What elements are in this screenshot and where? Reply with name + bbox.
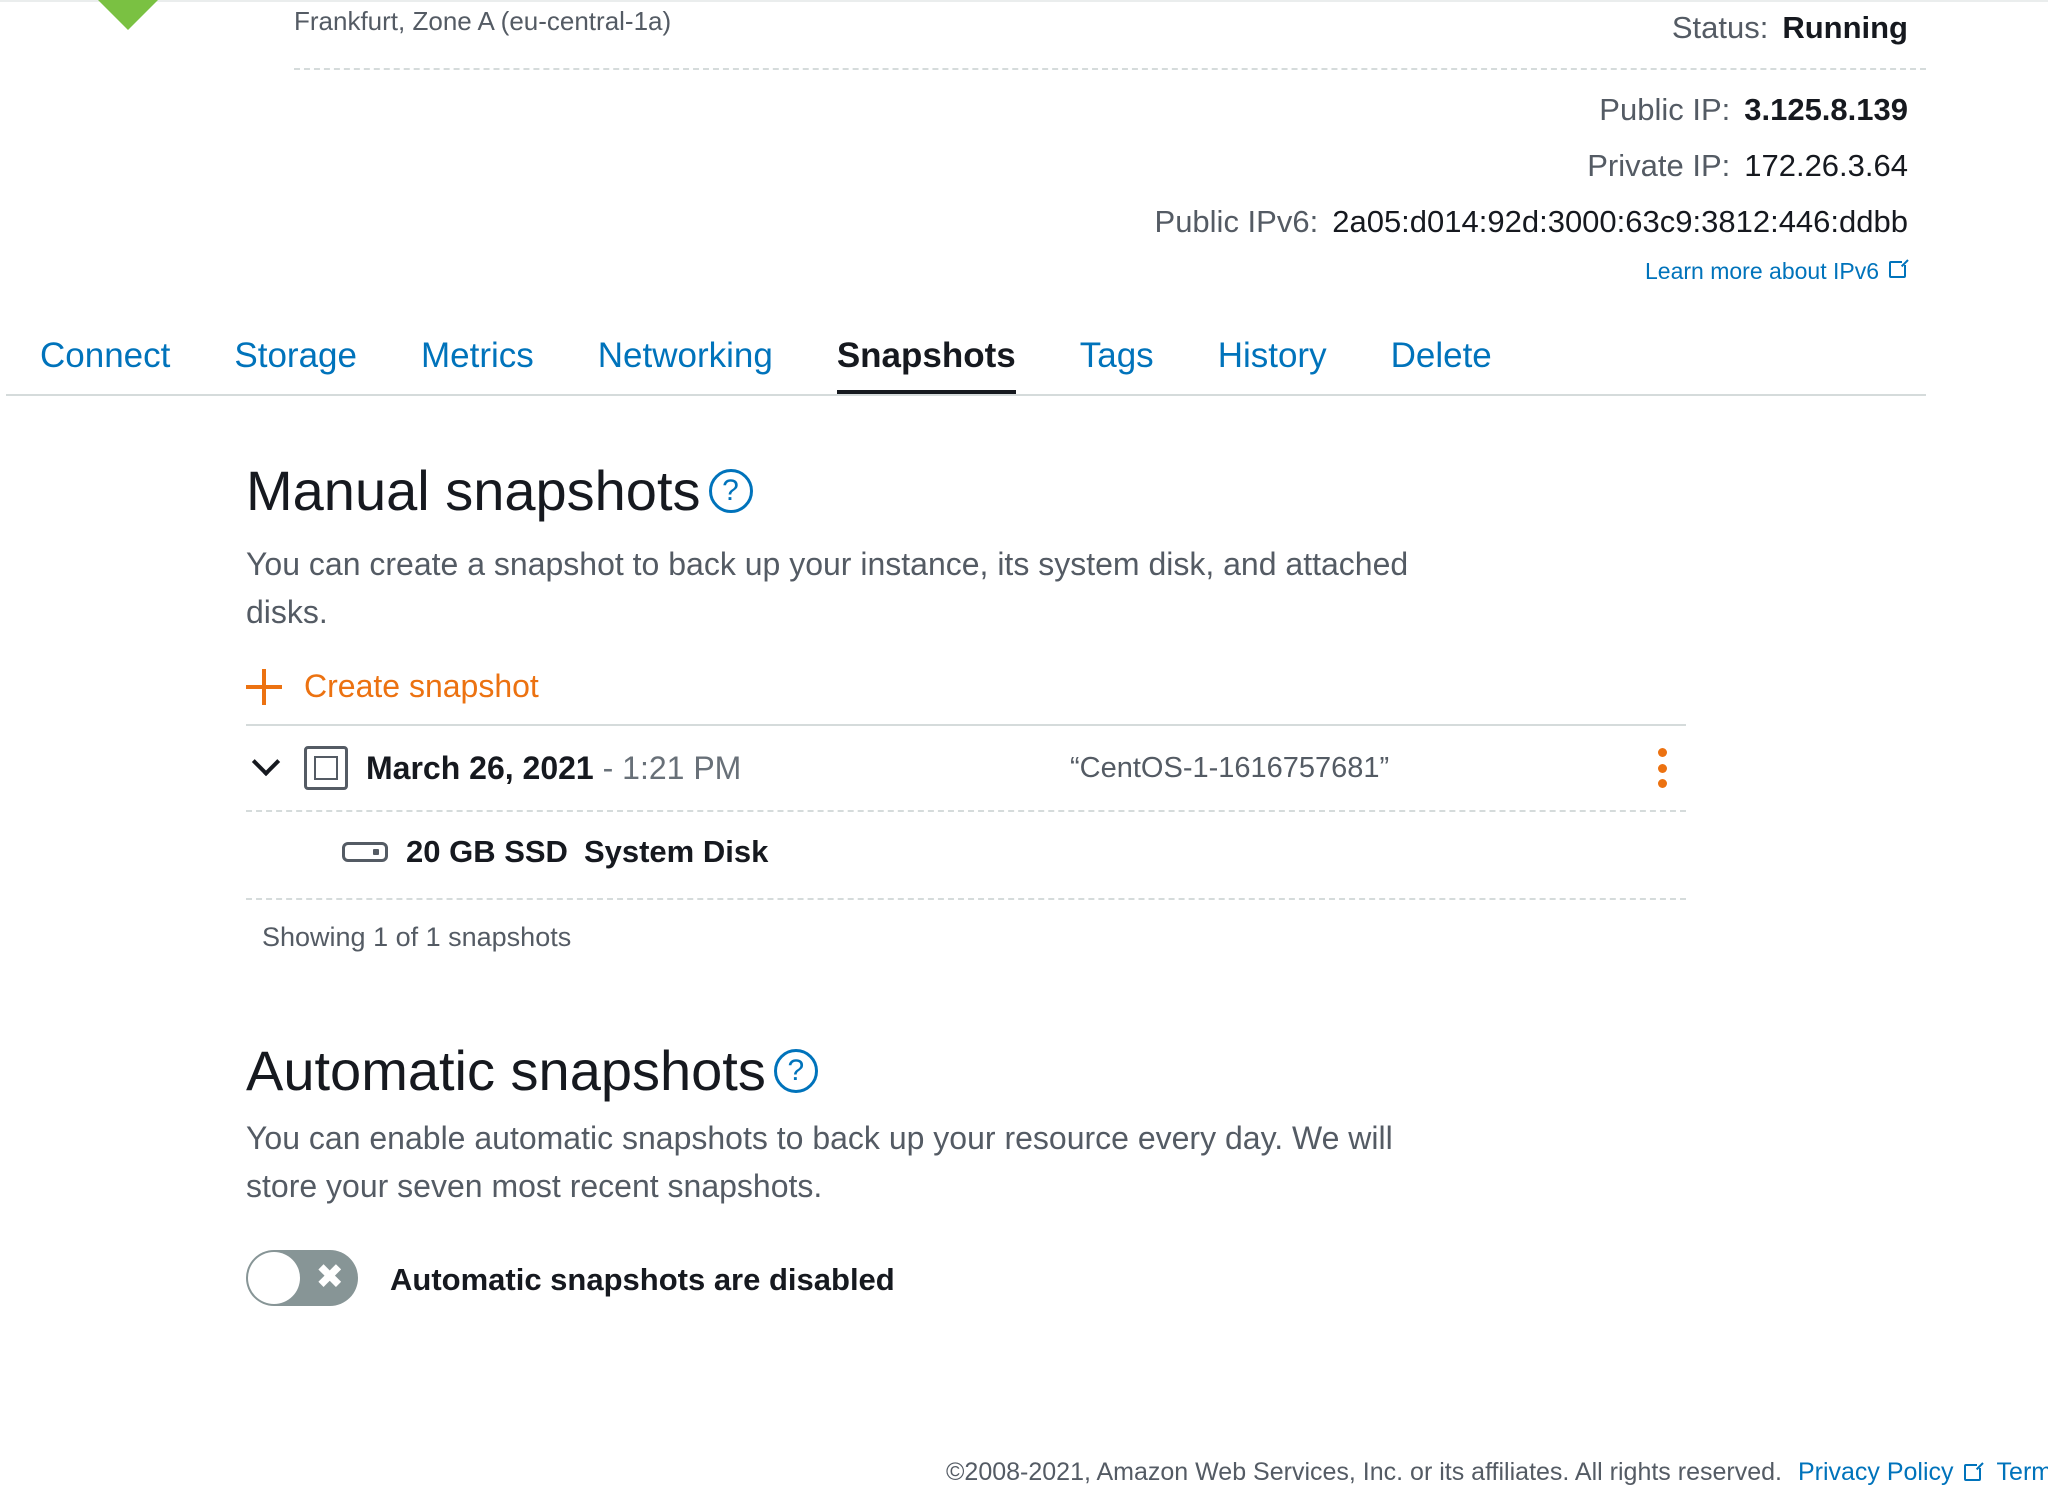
- automatic-snapshots-title: Automatic snapshots: [246, 1039, 766, 1102]
- snapshot-icon: [304, 746, 348, 790]
- snapshot-time: - 1:21 PM: [593, 750, 742, 786]
- snapshot-date-text: March 26, 2021: [366, 750, 594, 786]
- header-divider: [294, 68, 1926, 70]
- manual-snapshots-title: Manual snapshots: [246, 459, 701, 522]
- tab-delete[interactable]: Delete: [1391, 334, 1492, 394]
- automatic-snapshots-toggle[interactable]: ✖: [246, 1250, 358, 1306]
- public-ip-value: 3.125.8.139: [1744, 92, 1908, 127]
- public-ipv6-row: Public IPv6: 2a05:d014:92d:3000:63c9:3812…: [1155, 204, 1908, 240]
- private-ip-label: Private IP:: [1587, 148, 1731, 183]
- tabs-divider: [6, 394, 1926, 396]
- disk-icon: [342, 842, 388, 862]
- automatic-snapshots-status: Automatic snapshots are disabled: [390, 1262, 895, 1297]
- create-snapshot-label: Create snapshot: [304, 668, 539, 704]
- help-icon[interactable]: ?: [773, 1048, 818, 1093]
- toggle-knob: [248, 1252, 300, 1304]
- private-ip-value: 172.26.3.64: [1744, 148, 1908, 183]
- snapshot-count: Showing 1 of 1 snapshots: [262, 922, 572, 952]
- top-divider: [0, 0, 2048, 2]
- disk-type: System Disk: [583, 834, 769, 869]
- tab-networking[interactable]: Networking: [598, 334, 773, 394]
- automatic-snapshots-heading: Automatic snapshots ?: [246, 1038, 818, 1103]
- snapshot-disk-divider: [246, 898, 1686, 900]
- external-link-icon: [1963, 1461, 1984, 1481]
- chevron-down-icon[interactable]: [251, 747, 281, 777]
- public-ipv6-label: Public IPv6:: [1154, 204, 1319, 239]
- instance-zone: Frankfurt, Zone A (eu-central-1a): [294, 6, 672, 36]
- external-link-icon: [1889, 258, 1909, 278]
- status-value: Running: [1782, 10, 1908, 45]
- status-row: Status: Running: [1672, 10, 1908, 46]
- instance-logo-icon: [96, 0, 160, 30]
- privacy-policy-link[interactable]: Privacy Policy: [1797, 1458, 1984, 1487]
- tab-history[interactable]: History: [1218, 334, 1327, 394]
- tab-connect[interactable]: Connect: [40, 334, 170, 394]
- snapshot-list-divider: [246, 724, 1686, 726]
- learn-ipv6-link[interactable]: Learn more about IPv6: [1645, 258, 1909, 285]
- create-snapshot-button[interactable]: Create snapshot: [246, 668, 539, 705]
- learn-ipv6-label: Learn more about IPv6: [1645, 258, 1879, 284]
- snapshot-row-divider: [246, 810, 1686, 812]
- tab-metrics[interactable]: Metrics: [421, 334, 534, 394]
- public-ip-row: Public IP: 3.125.8.139: [1599, 92, 1908, 128]
- footer-copyright: ©2008-2021, Amazon Web Services, Inc. or…: [946, 1458, 1782, 1486]
- disk-size: 20 GB SSD: [406, 834, 568, 869]
- snapshot-disk: 20 GB SSD System Disk: [406, 834, 768, 870]
- close-icon: ✖: [315, 1258, 345, 1296]
- manual-snapshots-description: You can create a snapshot to back up you…: [246, 546, 1409, 630]
- tab-snapshots[interactable]: Snapshots: [836, 334, 1016, 396]
- instance-tabs: Connect Storage Metrics Networking Snaps…: [40, 334, 1492, 396]
- snapshot-date: March 26, 2021 - 1:21 PM: [366, 750, 741, 787]
- footer: ©2008-2021, Amazon Web Services, Inc. or…: [946, 1458, 2048, 1487]
- tab-storage[interactable]: Storage: [234, 334, 357, 394]
- private-ip-row: Private IP: 172.26.3.64: [1587, 148, 1908, 184]
- terms-link[interactable]: Terms: [1997, 1458, 2048, 1487]
- help-icon[interactable]: ?: [708, 468, 753, 513]
- automatic-snapshots-description: You can enable automatic snapshots to ba…: [246, 1120, 1393, 1204]
- kebab-menu-icon[interactable]: [1650, 748, 1674, 788]
- snapshot-name: “CentOS-1-1616757681”: [1070, 752, 1390, 784]
- plus-icon: [246, 668, 282, 705]
- tab-tags[interactable]: Tags: [1080, 334, 1154, 394]
- public-ip-label: Public IP:: [1599, 92, 1731, 127]
- public-ipv6-value: 2a05:d014:92d:3000:63c9:3812:446:ddbb: [1332, 204, 1908, 239]
- privacy-policy-label: Privacy Policy: [1797, 1458, 1954, 1486]
- manual-snapshots-heading: Manual snapshots ?: [246, 458, 753, 523]
- status-label: Status:: [1671, 10, 1769, 45]
